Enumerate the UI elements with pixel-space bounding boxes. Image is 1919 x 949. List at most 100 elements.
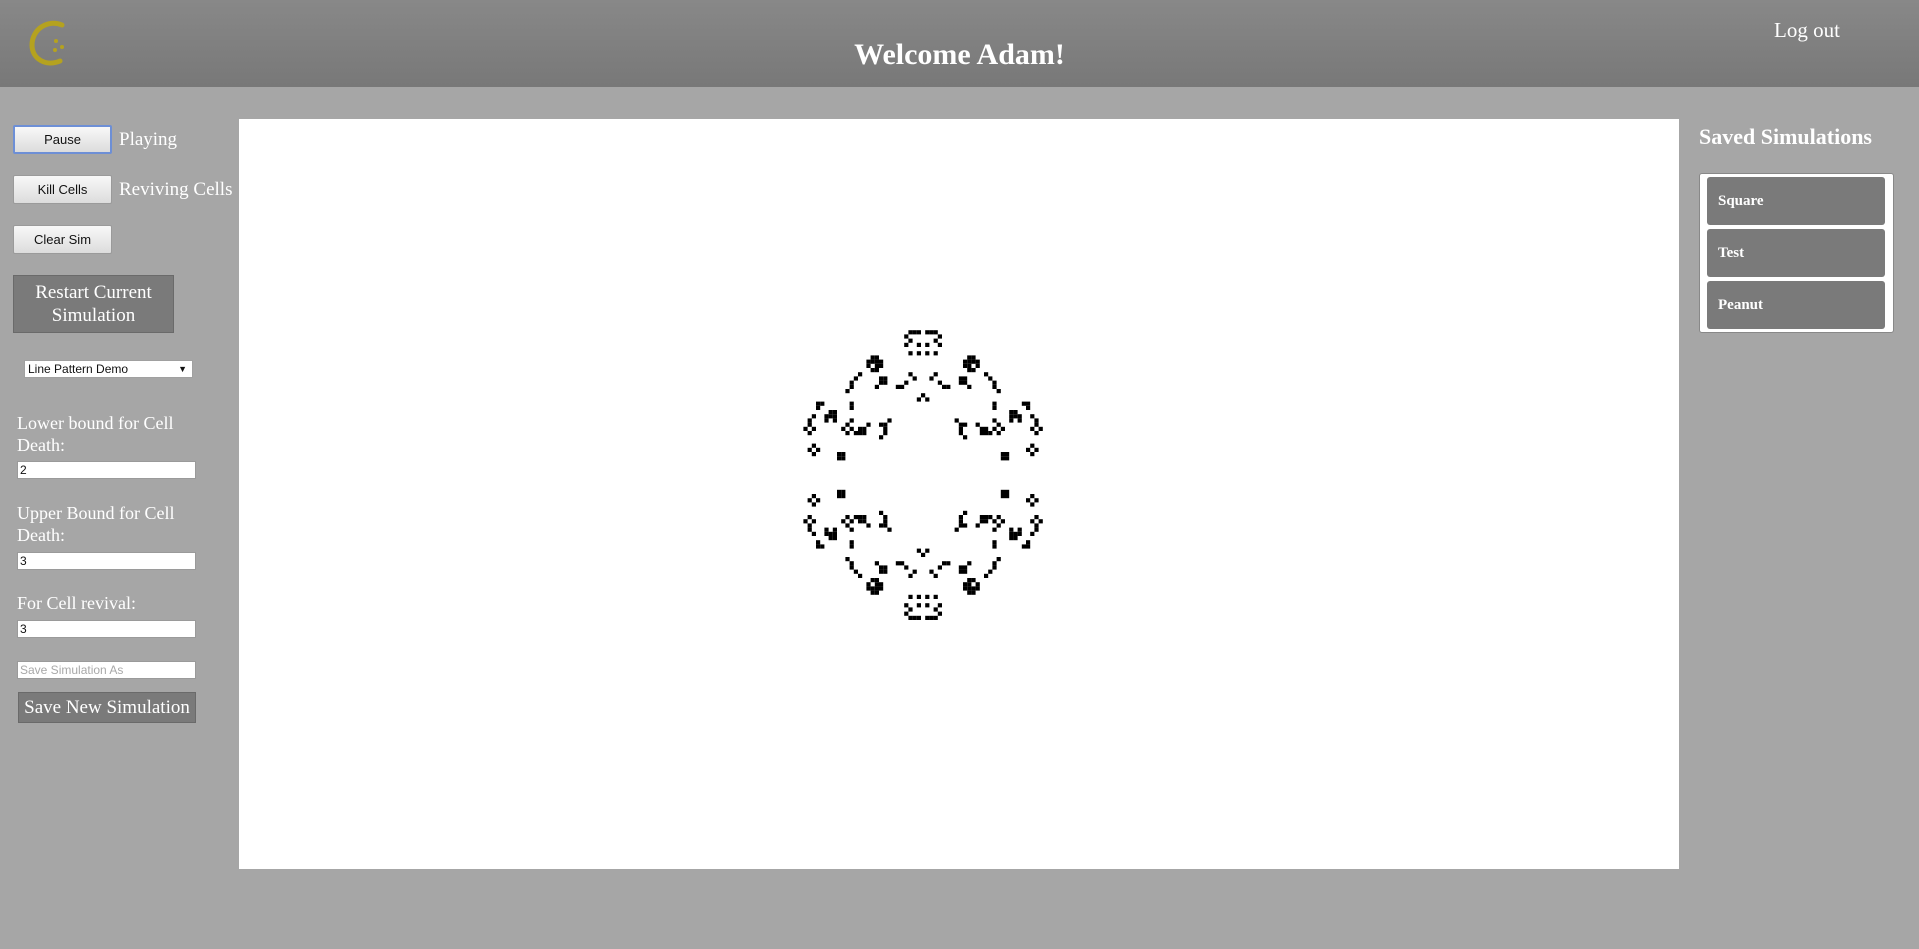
live-cell[interactable]: [933, 573, 938, 578]
live-cell[interactable]: [933, 330, 938, 335]
live-cell[interactable]: [958, 519, 963, 524]
live-cell[interactable]: [858, 431, 863, 436]
live-cell[interactable]: [811, 426, 816, 431]
live-cell[interactable]: [1034, 515, 1039, 520]
live-cell[interactable]: [975, 586, 980, 591]
live-cell[interactable]: [975, 359, 980, 364]
live-cell[interactable]: [971, 355, 976, 360]
live-cell[interactable]: [937, 565, 942, 570]
live-cell[interactable]: [963, 582, 968, 587]
live-cell[interactable]: [1034, 447, 1039, 452]
live-cell[interactable]: [853, 515, 858, 520]
live-cell[interactable]: [904, 565, 909, 570]
live-cell[interactable]: [916, 548, 921, 553]
live-cell[interactable]: [963, 359, 968, 364]
live-cell[interactable]: [849, 565, 854, 570]
live-cell[interactable]: [870, 578, 875, 583]
live-cell[interactable]: [1009, 414, 1014, 419]
live-cell[interactable]: [1013, 414, 1018, 419]
live-cell[interactable]: [837, 456, 842, 461]
revival-input[interactable]: 3: [17, 620, 196, 638]
live-cell[interactable]: [958, 431, 963, 436]
live-cell[interactable]: [988, 431, 993, 436]
live-cell[interactable]: [807, 422, 812, 427]
live-cell[interactable]: [820, 401, 825, 406]
live-cell[interactable]: [942, 561, 947, 566]
live-cell[interactable]: [807, 523, 812, 528]
live-cell[interactable]: [853, 376, 858, 381]
live-cell[interactable]: [992, 418, 997, 423]
live-cell[interactable]: [963, 510, 968, 515]
live-cell[interactable]: [803, 426, 808, 431]
saved-simulation-item[interactable]: Peanut: [1707, 281, 1885, 329]
live-cell[interactable]: [883, 565, 888, 570]
live-cell[interactable]: [883, 515, 888, 520]
live-cell[interactable]: [858, 426, 863, 431]
live-cell[interactable]: [870, 590, 875, 595]
live-cell[interactable]: [1030, 426, 1035, 431]
live-cell[interactable]: [992, 565, 997, 570]
restart-simulation-button[interactable]: Restart Current Simulation: [13, 275, 174, 333]
live-cell[interactable]: [807, 418, 812, 423]
live-cell[interactable]: [811, 494, 816, 499]
live-cell[interactable]: [883, 426, 888, 431]
live-cell[interactable]: [992, 561, 997, 566]
live-cell[interactable]: [1009, 527, 1014, 532]
live-cell[interactable]: [841, 456, 846, 461]
kill-cells-button[interactable]: Kill Cells: [13, 175, 112, 204]
live-cell[interactable]: [849, 544, 854, 549]
live-cell[interactable]: [988, 569, 993, 574]
live-cell[interactable]: [963, 565, 968, 570]
live-cell[interactable]: [879, 363, 884, 368]
live-cell[interactable]: [929, 569, 934, 574]
live-cell[interactable]: [958, 565, 963, 570]
live-cell[interactable]: [849, 561, 854, 566]
live-cell[interactable]: [837, 494, 842, 499]
live-cell[interactable]: [971, 578, 976, 583]
live-cell[interactable]: [904, 334, 909, 339]
live-cell[interactable]: [984, 372, 989, 377]
live-cell[interactable]: [967, 561, 972, 566]
live-cell[interactable]: [933, 372, 938, 377]
live-cell[interactable]: [874, 363, 879, 368]
live-cell[interactable]: [816, 498, 821, 503]
live-cell[interactable]: [937, 611, 942, 616]
live-cell[interactable]: [841, 494, 846, 499]
live-cell[interactable]: [992, 380, 997, 385]
live-cell[interactable]: [895, 384, 900, 389]
live-cell[interactable]: [979, 519, 984, 524]
live-cell[interactable]: [1005, 456, 1010, 461]
live-cell[interactable]: [958, 380, 963, 385]
live-cell[interactable]: [958, 523, 963, 528]
live-cell[interactable]: [958, 376, 963, 381]
live-cell[interactable]: [1000, 426, 1005, 431]
live-cell[interactable]: [845, 389, 850, 394]
live-cell[interactable]: [1030, 531, 1035, 536]
live-cell[interactable]: [1021, 544, 1026, 549]
live-cell[interactable]: [963, 422, 968, 427]
live-cell[interactable]: [845, 431, 850, 436]
live-cell[interactable]: [853, 431, 858, 436]
live-cell[interactable]: [992, 527, 997, 532]
live-cell[interactable]: [866, 586, 871, 591]
live-cell[interactable]: [841, 452, 846, 457]
live-cell[interactable]: [1034, 422, 1039, 427]
live-cell[interactable]: [1026, 544, 1031, 549]
live-cell[interactable]: [879, 582, 884, 587]
live-cell[interactable]: [849, 519, 854, 524]
pattern-select[interactable]: Line Pattern Demo ▼: [24, 360, 193, 378]
live-cell[interactable]: [996, 557, 1001, 562]
live-cell[interactable]: [874, 590, 879, 595]
lower-bound-input[interactable]: 2: [17, 461, 196, 479]
live-cell[interactable]: [925, 615, 930, 620]
live-cell[interactable]: [832, 410, 837, 415]
live-cell[interactable]: [996, 515, 1001, 520]
live-cell[interactable]: [921, 552, 926, 557]
live-cell[interactable]: [832, 531, 837, 536]
live-cell[interactable]: [963, 586, 968, 591]
saved-simulation-item[interactable]: Square: [1707, 177, 1885, 225]
live-cell[interactable]: [929, 615, 934, 620]
live-cell[interactable]: [963, 523, 968, 528]
live-cell[interactable]: [963, 435, 968, 440]
live-cell[interactable]: [996, 523, 1001, 528]
